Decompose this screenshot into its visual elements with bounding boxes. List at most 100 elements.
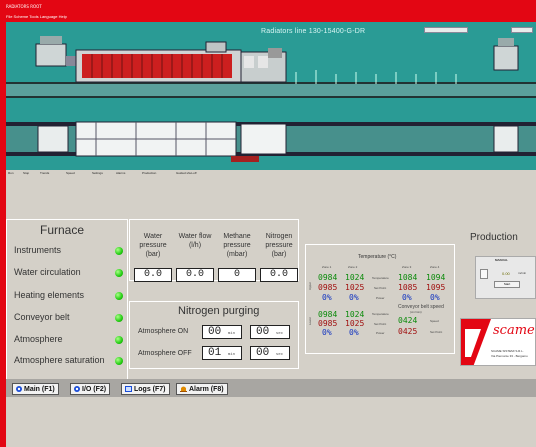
- drain-icon: [231, 156, 259, 162]
- row-label-temperature: Temperature: [372, 276, 389, 280]
- belt-speed-unit: (cm/min): [410, 310, 422, 314]
- upper-label: Upper: [308, 282, 312, 291]
- atmosphere-off-seconds[interactable]: 00 sec: [250, 346, 290, 360]
- instruments-status-led: [115, 247, 123, 255]
- production-title: Production: [470, 232, 518, 243]
- upper-zone4-power: 0%: [430, 293, 440, 302]
- io-icon: [74, 386, 80, 396]
- production-rate-unit: m/min: [518, 271, 527, 275]
- atmosphere-off-minutes[interactable]: 01 min: [202, 346, 242, 360]
- production-toggle[interactable]: [480, 269, 488, 279]
- nitrogen-pressure-value: 0.0: [260, 268, 298, 282]
- tab-logs-label: Logs (F7): [134, 386, 166, 393]
- upper-zone3-actual: 1084: [398, 273, 418, 282]
- zone3-header: Zone 3: [402, 265, 412, 269]
- lower-zone2-setpoint[interactable]: 1025: [345, 319, 364, 328]
- tab-logs[interactable]: Logs (F7): [121, 383, 170, 395]
- water-flow-value: 0.0: [176, 268, 214, 282]
- upper-zone2-setpoint[interactable]: 1025: [345, 283, 364, 292]
- status-label-atmosphere: Atmosphere: [14, 334, 63, 344]
- row-label-power: Power: [376, 296, 385, 300]
- zone4-header: Zone 4: [430, 265, 440, 269]
- zone1-header: Zone 1: [322, 265, 332, 269]
- upper-zone1-setpoint[interactable]: 0985: [318, 283, 337, 292]
- window-title: RADIATORS ROOT: [6, 4, 42, 9]
- upper-zone1-power: 0%: [322, 293, 332, 302]
- status-label-instruments: Instruments: [14, 245, 62, 255]
- production-mode: MANUAL: [495, 258, 508, 262]
- speed-button[interactable]: Speed: [66, 171, 75, 175]
- production-button[interactable]: Production: [142, 171, 156, 175]
- main-toolbar: Run Stop Trends Speed Settings Alarms Pr…: [6, 170, 536, 179]
- alarm-icon: [180, 385, 187, 396]
- main-icon: [16, 386, 22, 396]
- lower-label: Lower: [308, 317, 312, 326]
- atmosphere-on-minutes[interactable]: 00 min: [202, 325, 242, 339]
- tab-main[interactable]: Main (F1): [12, 383, 59, 395]
- production-start-button[interactable]: Start: [494, 281, 520, 288]
- application-window: RADIATORS ROOT File Scheme Tools Languag…: [0, 0, 536, 447]
- lower-row-label-setpoint: Set Point: [374, 322, 387, 326]
- upper-zone4-actual: 1094: [426, 273, 446, 282]
- upper-zone3-power: 0%: [402, 293, 412, 302]
- tab-alarm-label: Alarm (F8): [189, 386, 224, 393]
- belt-speed-actual: 0424: [398, 316, 418, 325]
- logo-line2: Via Piemonte 33 - Bergamo: [491, 354, 528, 358]
- belt-speed-setpoint[interactable]: 0425: [398, 327, 417, 336]
- zone2-header: Zone 2: [348, 265, 358, 269]
- heating-zone-icon: [82, 54, 232, 78]
- guided-shutoff-button[interactable]: Guided shut-off: [176, 171, 196, 175]
- methane-pressure-label: Methane pressure (mbar): [223, 233, 251, 258]
- status-label-conveyor-belt: Conveyor belt: [14, 312, 70, 322]
- water-pressure-label: Water pressure (bar): [139, 233, 167, 258]
- furnace-diagram: [6, 36, 536, 162]
- loading-unit-icon: [35, 43, 67, 67]
- logo-line1: SCAME SISTEMI S.R.L.: [491, 349, 524, 353]
- heating-elements-status-led: [115, 292, 123, 300]
- row-label-setpoint: Set Point: [374, 286, 387, 290]
- trends-button[interactable]: Trends: [40, 171, 49, 175]
- atmosphere-on-seconds[interactable]: 00 sec: [250, 325, 290, 339]
- tab-io-label: I/O (F2): [82, 386, 107, 393]
- status-label-heating-elements: Heating elements: [14, 290, 85, 300]
- scene-title: Radiators line 130-15400-G-DR: [261, 28, 366, 35]
- water-circulation-status-led: [115, 269, 123, 277]
- zoom-field: [511, 27, 533, 33]
- belt-setpoint-label: Set Point: [430, 330, 443, 334]
- upper-zone2-power: 0%: [349, 293, 359, 302]
- status-field: [424, 27, 468, 33]
- water-pressure-value: 0.0: [134, 268, 172, 282]
- stop-button[interactable]: Stop: [23, 171, 29, 175]
- company-logo: scame SCAME SISTEMI S.R.L. Via Piemonte …: [460, 318, 536, 366]
- upper-zone3-setpoint[interactable]: 1085: [398, 283, 417, 292]
- run-button[interactable]: Run: [8, 171, 14, 175]
- lower-zone1-power: 0%: [322, 328, 332, 337]
- lower-row-label-power: Power: [376, 331, 385, 335]
- logs-icon: [125, 386, 132, 396]
- alarms-button[interactable]: Alarms: [116, 171, 125, 175]
- water-flow-label: Water flow (l/h): [178, 233, 212, 249]
- lower-zone2-power: 0%: [349, 328, 359, 337]
- production-panel: MANUAL 0.00 m/min Start: [475, 256, 536, 299]
- tab-alarm[interactable]: Alarm (F8): [176, 383, 228, 395]
- status-label-water-circulation: Water circulation: [14, 267, 81, 277]
- upper-zone1-actual: 0984: [318, 273, 338, 282]
- lower-zone1-actual: 0984: [318, 310, 338, 319]
- atmosphere-on-label: Atmosphere ON: [138, 328, 189, 335]
- menu-bar[interactable]: File Scheme Tools Language Help: [6, 14, 126, 22]
- lower-zone1-setpoint[interactable]: 0985: [318, 319, 337, 328]
- line-synoptic: Radiators line 130-15400-G-DR: [6, 22, 536, 170]
- unloading-unit-icon: [493, 45, 519, 71]
- settings-button[interactable]: Settings: [92, 171, 103, 175]
- methane-pressure-value: 0: [218, 268, 256, 282]
- atmosphere-status-led: [115, 336, 123, 344]
- atmosphere-saturation-status-led: [115, 357, 123, 365]
- tab-io[interactable]: I/O (F2): [70, 383, 111, 396]
- atmosphere-off-label: Atmosphere OFF: [138, 350, 192, 357]
- production-rate: 0.00: [502, 271, 510, 276]
- nitrogen-pressure-label: Nitrogen pressure (bar): [265, 233, 293, 258]
- upper-zone4-setpoint[interactable]: 1095: [426, 283, 445, 292]
- status-label-atmosphere-saturation: Atmosphere saturation: [14, 355, 105, 365]
- belt-speed-label: Speed: [430, 319, 439, 323]
- upper-zone2-actual: 1024: [345, 273, 365, 282]
